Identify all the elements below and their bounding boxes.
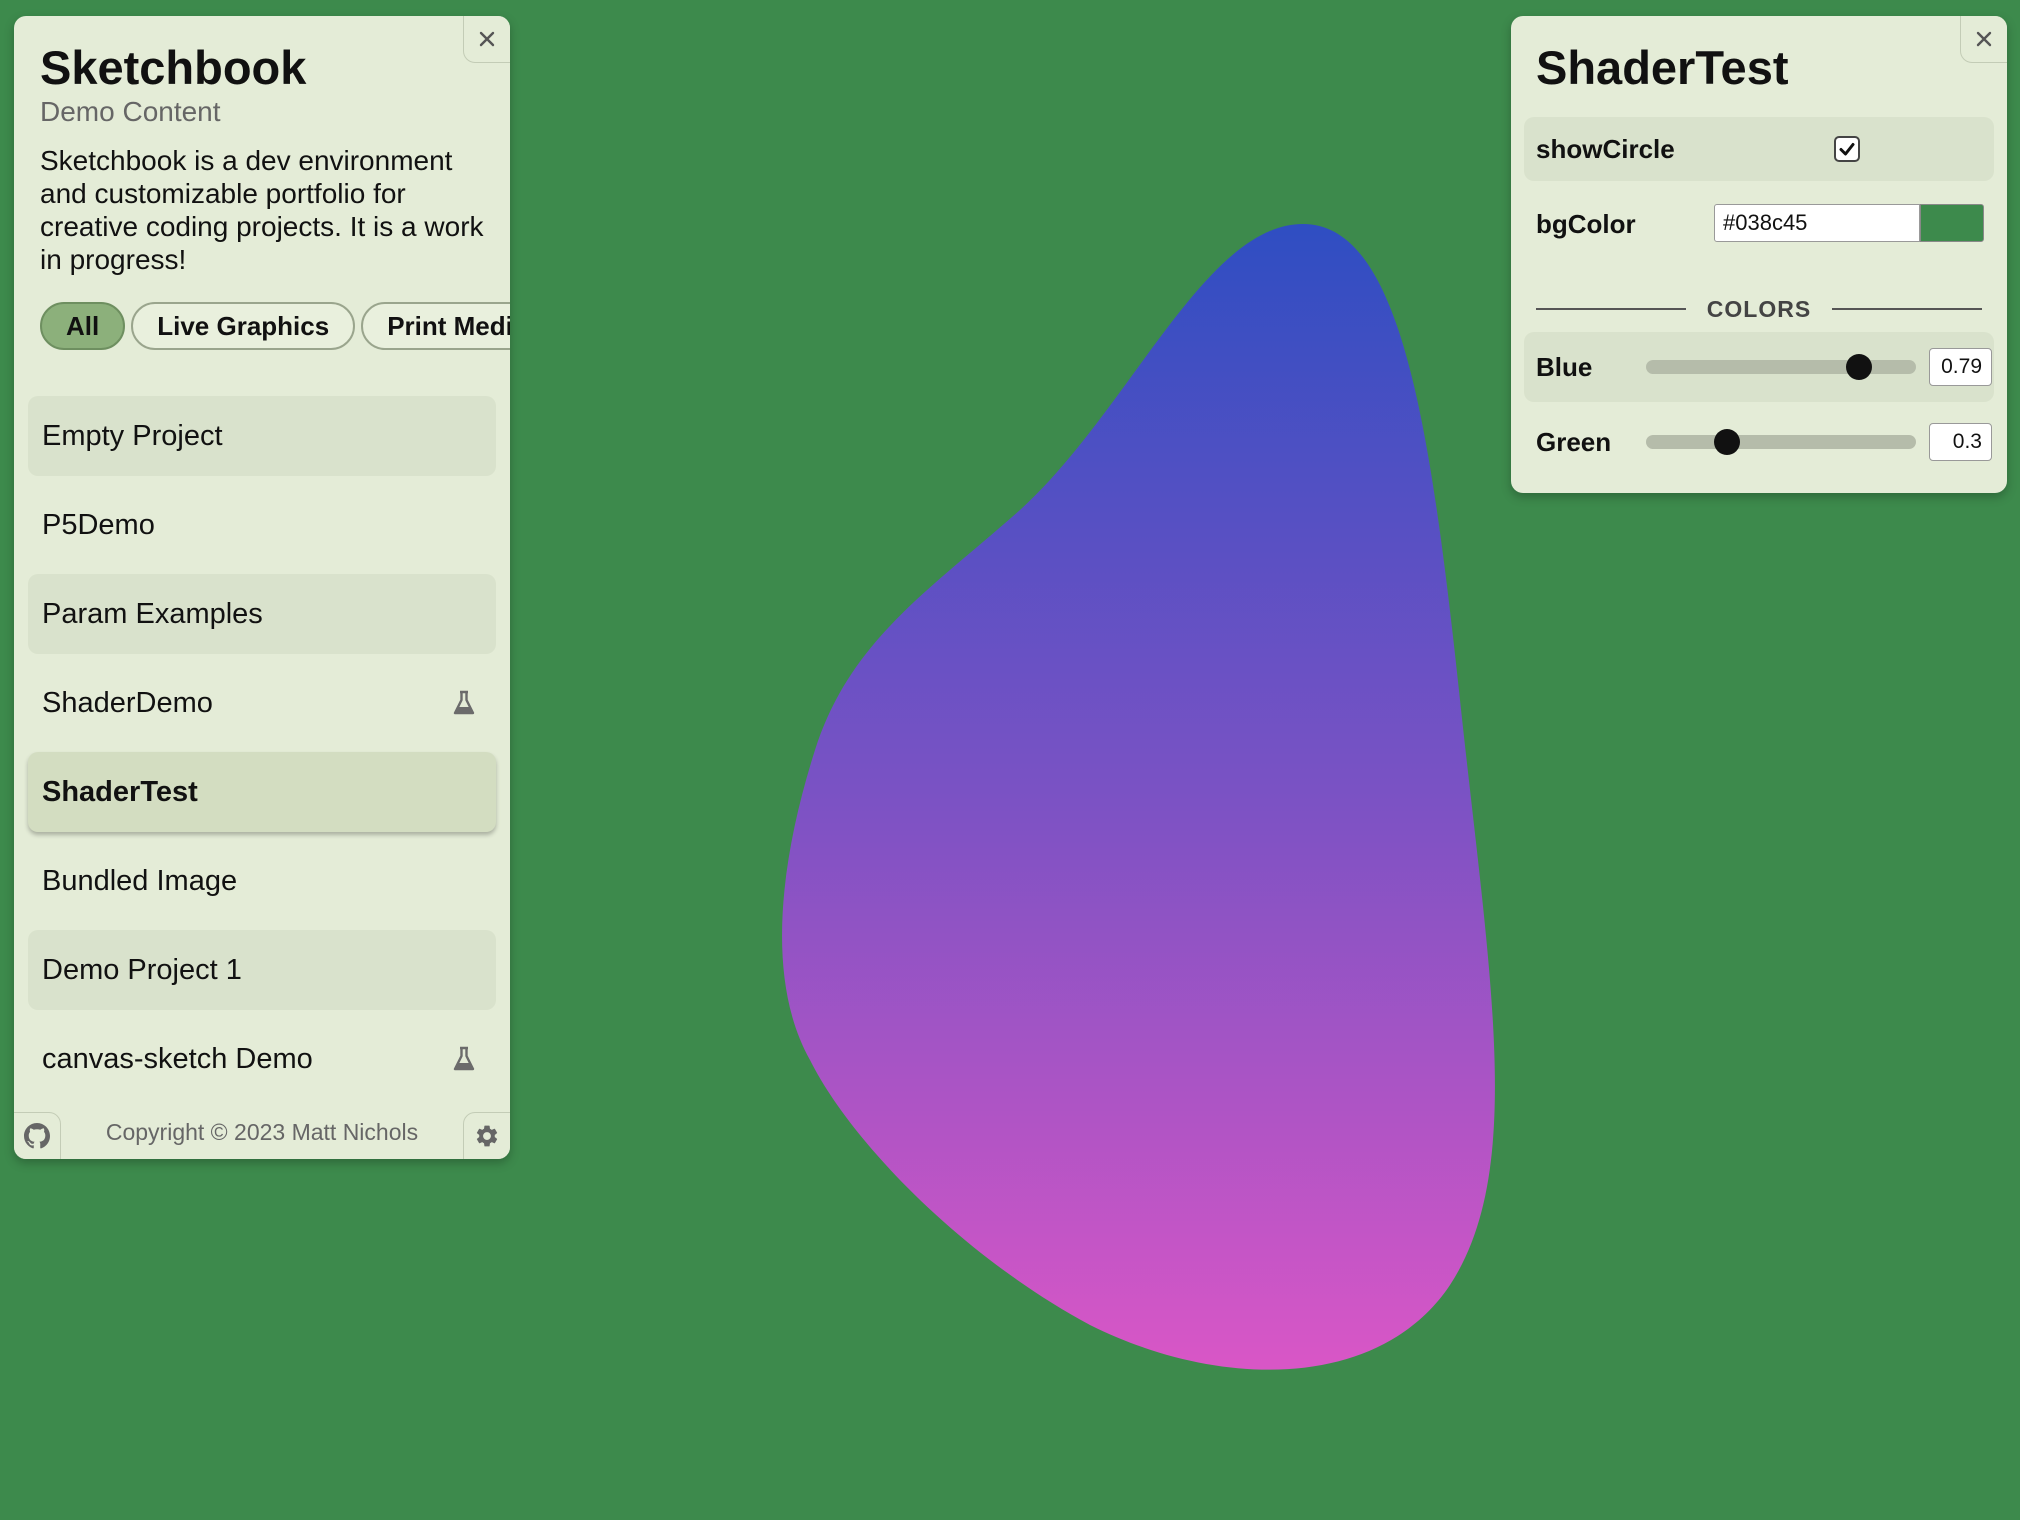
copyright-text: Copyright © 2023 Matt Nichols (105, 1119, 419, 1145)
params-panel: ShaderTest showCircle bgColor COLORS Blu… (1511, 16, 2007, 493)
project-label: Bundled Image (42, 864, 238, 897)
params-title: ShaderTest (1536, 41, 1789, 94)
param-row-green: Green 0.3 (1524, 412, 1994, 472)
settings-button[interactable] (463, 1112, 510, 1159)
flask-icon (453, 690, 475, 715)
section-header-colors: COLORS (1536, 294, 1982, 324)
bgcolor-hex-input[interactable] (1714, 204, 1920, 242)
project-label: Empty Project (42, 419, 223, 452)
checkmark-icon (1839, 143, 1855, 156)
bgcolor-swatch[interactable] (1920, 204, 1984, 242)
project-item-p5demo[interactable]: P5Demo (28, 485, 496, 565)
project-item-param-examples[interactable]: Param Examples (28, 574, 496, 654)
green-value-input[interactable]: 0.3 (1929, 423, 1992, 461)
param-label: Green (1536, 427, 1612, 457)
green-slider[interactable] (1646, 429, 1916, 455)
slider-thumb[interactable] (1714, 429, 1740, 455)
showcircle-checkbox[interactable] (1834, 136, 1860, 162)
project-label: Param Examples (42, 597, 263, 630)
project-label: ShaderDemo (42, 686, 213, 719)
github-icon (24, 1123, 50, 1149)
param-label: bgColor (1536, 209, 1636, 239)
project-label: canvas-sketch Demo (42, 1042, 313, 1075)
sidebar-subtitle: Demo Content (40, 96, 221, 127)
param-label: Blue (1536, 352, 1593, 382)
flask-icon (453, 1046, 475, 1071)
param-row-blue: Blue 0.79 (1524, 332, 1994, 402)
filter-chip-live-graphics[interactable]: Live Graphics (131, 302, 356, 350)
param-row-bgcolor: bgColor (1524, 198, 1994, 248)
project-item-shaderdemo[interactable]: ShaderDemo (28, 663, 496, 743)
close-icon (479, 31, 495, 47)
param-label: showCircle (1536, 134, 1675, 164)
gear-icon (476, 1125, 498, 1147)
sidebar-close-button[interactable] (463, 16, 510, 63)
params-close-button[interactable] (1960, 16, 2007, 63)
param-row-showcircle: showCircle (1524, 117, 1994, 181)
filter-chips: AllLive GraphicsPrint Media (40, 302, 510, 358)
blue-value-input[interactable]: 0.79 (1929, 348, 1992, 386)
slider-thumb[interactable] (1846, 354, 1873, 380)
sketchbook-sidebar: Sketchbook Demo Content Sketchbook is a … (14, 16, 510, 1159)
sidebar-title: Sketchbook (40, 41, 307, 94)
project-label: Demo Project 1 (42, 953, 242, 986)
project-item-bundled-image[interactable]: Bundled Image (28, 841, 496, 921)
project-item-canvas-sketch-demo[interactable]: canvas-sketch Demo (28, 1019, 496, 1099)
project-label: P5Demo (42, 508, 155, 541)
github-link[interactable] (14, 1112, 61, 1159)
filter-chip-print-media[interactable]: Print Media (361, 302, 510, 350)
project-item-demo-project-1[interactable]: Demo Project 1 (28, 930, 496, 1010)
close-icon (1976, 31, 1992, 47)
divider (1832, 308, 1982, 310)
project-label: ShaderTest (42, 775, 198, 808)
project-item-shadertest[interactable]: ShaderTest (28, 752, 496, 832)
project-list: Empty Project P5Demo Param Examples Shad… (28, 396, 496, 1108)
sidebar-description: Sketchbook is a dev environment and cust… (40, 145, 484, 275)
project-item-empty-project[interactable]: Empty Project (28, 396, 496, 476)
blue-slider[interactable] (1646, 354, 1916, 380)
filter-chip-all[interactable]: All (40, 302, 126, 350)
